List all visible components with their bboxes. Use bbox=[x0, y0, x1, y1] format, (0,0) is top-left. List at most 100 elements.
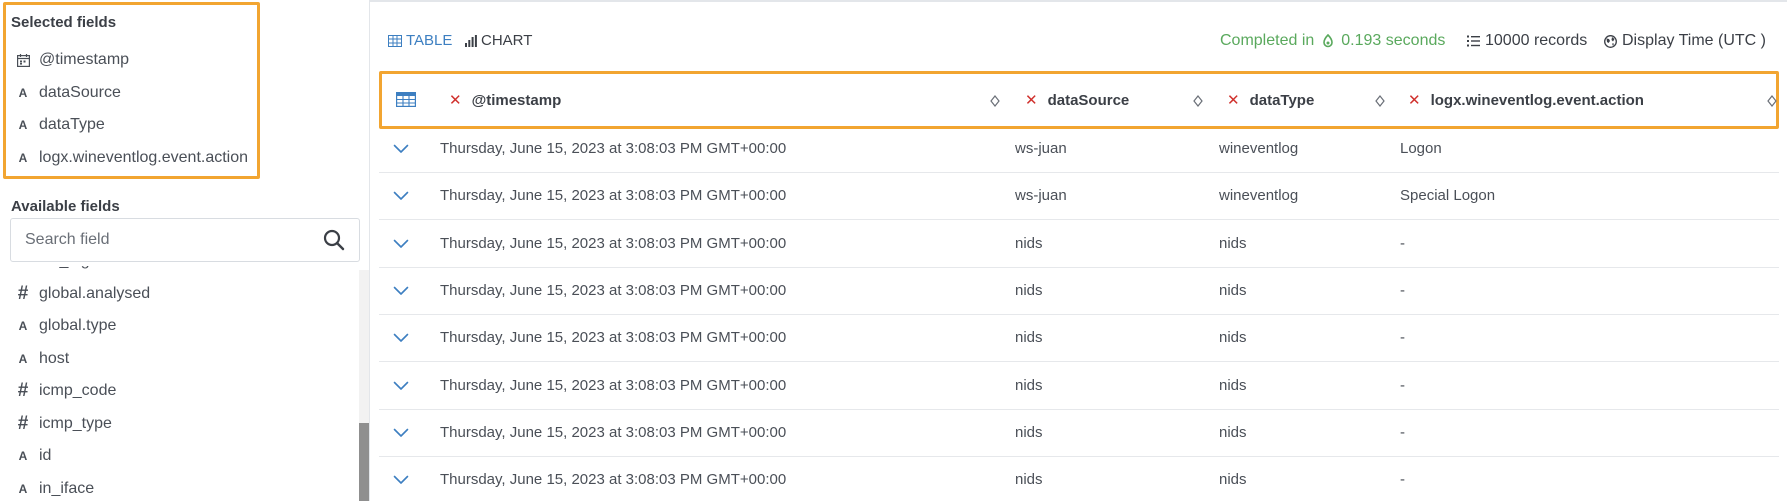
globe-icon bbox=[1604, 34, 1617, 48]
field-item[interactable]: Ahost bbox=[14, 348, 70, 370]
text-type-icon: A bbox=[18, 481, 28, 496]
table-row[interactable]: Thursday, June 15, 2023 at 3:08:03 PM GM… bbox=[379, 363, 1779, 410]
table-cell: nids bbox=[1219, 376, 1247, 394]
tab-chart[interactable]: CHART bbox=[465, 32, 532, 49]
field-name: global.analysed bbox=[39, 284, 151, 302]
selected-fields-title: Selected fields bbox=[11, 14, 117, 31]
table-cell: Thursday, June 15, 2023 at 3:08:03 PM GM… bbox=[440, 234, 787, 252]
field-sidebar: Selected fields @timestamp AdataSource Ada… bbox=[0, 0, 370, 501]
field-name: @timestamp bbox=[39, 51, 130, 68]
column-header-datatype[interactable]: ✕ dataType bbox=[1227, 74, 1314, 126]
field-name: host bbox=[39, 349, 70, 367]
table-cell: nids bbox=[1219, 329, 1247, 347]
field-item[interactable]: # icmp_type bbox=[14, 413, 112, 435]
table-cell: - bbox=[1400, 281, 1405, 299]
number-type-icon: # bbox=[17, 282, 29, 304]
column-header-timestamp[interactable]: ✕ @timestamp bbox=[449, 74, 561, 126]
close-icon[interactable]: ✕ bbox=[449, 91, 462, 109]
table-row[interactable]: Thursday, June 15, 2023 at 3:08:03 PM GM… bbox=[379, 315, 1779, 363]
tab-table-label: TABLE bbox=[406, 32, 453, 49]
field-item[interactable]: # global.analysed bbox=[14, 282, 151, 305]
table-cell: Thursday, June 15, 2023 at 3:08:03 PM GM… bbox=[440, 281, 787, 299]
field-item[interactable]: @timestamp bbox=[14, 49, 129, 71]
table-row[interactable]: Thursday, June 15, 2023 at 3:08:03 PM GM… bbox=[379, 221, 1779, 268]
field-item[interactable]: Afull_log bbox=[14, 266, 90, 272]
field-item[interactable]: Aglobal.type bbox=[14, 315, 117, 337]
table-cell: Logon bbox=[1400, 140, 1442, 157]
table-row[interactable]: Thursday, June 15, 2023 at 3:08:03 PM GM… bbox=[379, 173, 1779, 221]
column-header-event-action[interactable]: ✕ logx.wineventlog.event.action bbox=[1408, 74, 1644, 126]
table-cell: ws-juan bbox=[1015, 187, 1067, 205]
display-time-label: Display Time (UTC ) bbox=[1622, 32, 1767, 49]
sort-icon[interactable] bbox=[1193, 94, 1203, 112]
field-item[interactable]: AdataType bbox=[14, 114, 105, 136]
field-name: full_log bbox=[39, 266, 90, 270]
chevron-down-icon[interactable] bbox=[393, 472, 409, 490]
table-header: ✕ @timestamp ✕ dataSource ✕ dataType ✕ l… bbox=[379, 71, 1779, 129]
table-cell: wineventlog bbox=[1219, 187, 1299, 205]
text-type-icon: A bbox=[18, 351, 28, 366]
table-row[interactable]: Thursday, June 15, 2023 at 3:08:03 PM GM… bbox=[379, 410, 1779, 457]
table-cell: Special Logon bbox=[1400, 187, 1496, 205]
field-item[interactable]: Alogx.wineventlog.event.action bbox=[14, 147, 248, 169]
field-item[interactable]: # icmp_code bbox=[14, 380, 117, 402]
table-cell: - bbox=[1400, 376, 1405, 394]
text-type-icon: A bbox=[18, 85, 28, 100]
close-icon[interactable]: ✕ bbox=[1408, 91, 1421, 109]
display-time[interactable]: Display Time (UTC ) bbox=[1604, 32, 1766, 50]
top-divider bbox=[370, 0, 1787, 2]
tab-chart-label: CHART bbox=[481, 32, 533, 49]
chevron-down-icon[interactable] bbox=[393, 378, 409, 396]
table-icon bbox=[388, 34, 402, 47]
table-cell: - bbox=[1400, 329, 1405, 347]
table-cell: Thursday, June 15, 2023 at 3:08:03 PM GM… bbox=[440, 376, 787, 394]
search-field-input[interactable] bbox=[25, 231, 305, 249]
field-name: icmp_code bbox=[39, 382, 117, 399]
close-icon[interactable]: ✕ bbox=[1227, 91, 1240, 109]
field-item[interactable]: Ain_iface bbox=[14, 478, 95, 500]
table-cell: nids bbox=[1219, 234, 1247, 252]
sort-icon[interactable] bbox=[990, 94, 1000, 112]
table-row[interactable]: Thursday, June 15, 2023 at 3:08:03 PM GM… bbox=[379, 268, 1779, 315]
chevron-down-icon[interactable] bbox=[393, 188, 409, 206]
text-type-icon: A bbox=[18, 118, 28, 132]
chevron-down-icon[interactable] bbox=[393, 283, 409, 301]
search-field-box bbox=[10, 218, 360, 262]
table-cell: nids bbox=[1219, 423, 1247, 441]
list-icon bbox=[1467, 35, 1480, 47]
chevron-down-icon[interactable] bbox=[393, 236, 409, 254]
field-item[interactable]: AdataSource bbox=[14, 82, 121, 104]
table-cell: Thursday, June 15, 2023 at 3:08:03 PM GM… bbox=[440, 140, 787, 157]
bar-chart-icon bbox=[465, 34, 477, 47]
column-header-datasource[interactable]: ✕ dataSource bbox=[1025, 74, 1129, 126]
field-name: dataSource bbox=[39, 83, 121, 101]
table-cell: nids bbox=[1015, 376, 1043, 394]
close-icon[interactable]: ✕ bbox=[1025, 91, 1038, 109]
text-type-icon: A bbox=[18, 319, 28, 333]
table-cell: nids bbox=[1015, 471, 1043, 489]
text-type-icon: A bbox=[18, 449, 28, 463]
table-cell: nids bbox=[1015, 281, 1043, 299]
records-count: 10000 records bbox=[1467, 32, 1587, 50]
chevron-down-icon[interactable] bbox=[393, 425, 409, 443]
table-row[interactable]: Thursday, June 15, 2023 at 3:08:03 PM GM… bbox=[379, 457, 1779, 501]
results-toolbar: TABLE CHART Completed in 0.193 seconds 1… bbox=[370, 20, 1787, 64]
fields-scrollbar-thumb[interactable] bbox=[359, 423, 369, 501]
gauge-icon bbox=[1323, 34, 1334, 48]
table-cell: Thursday, June 15, 2023 at 3:08:03 PM GM… bbox=[440, 423, 787, 441]
sort-icon[interactable] bbox=[1767, 94, 1777, 112]
search-icon[interactable] bbox=[323, 229, 345, 256]
sort-icon[interactable] bbox=[1375, 94, 1385, 112]
table-cell: Thursday, June 15, 2023 at 3:08:03 PM GM… bbox=[440, 329, 787, 347]
chevron-down-icon[interactable] bbox=[393, 141, 409, 159]
table-cell: wineventlog bbox=[1219, 140, 1299, 157]
column-title: dataType bbox=[1249, 91, 1315, 109]
table-settings-icon[interactable] bbox=[396, 92, 416, 112]
table-cell: nids bbox=[1219, 471, 1247, 489]
field-item[interactable]: Aid bbox=[14, 445, 52, 467]
chevron-down-icon[interactable] bbox=[393, 330, 409, 348]
table-cell: Thursday, June 15, 2023 at 3:08:03 PM GM… bbox=[440, 471, 787, 489]
table-row[interactable]: Thursday, June 15, 2023 at 3:08:03 PM GM… bbox=[379, 126, 1779, 173]
tab-table[interactable]: TABLE bbox=[388, 32, 452, 49]
number-type-icon: # bbox=[17, 412, 29, 434]
